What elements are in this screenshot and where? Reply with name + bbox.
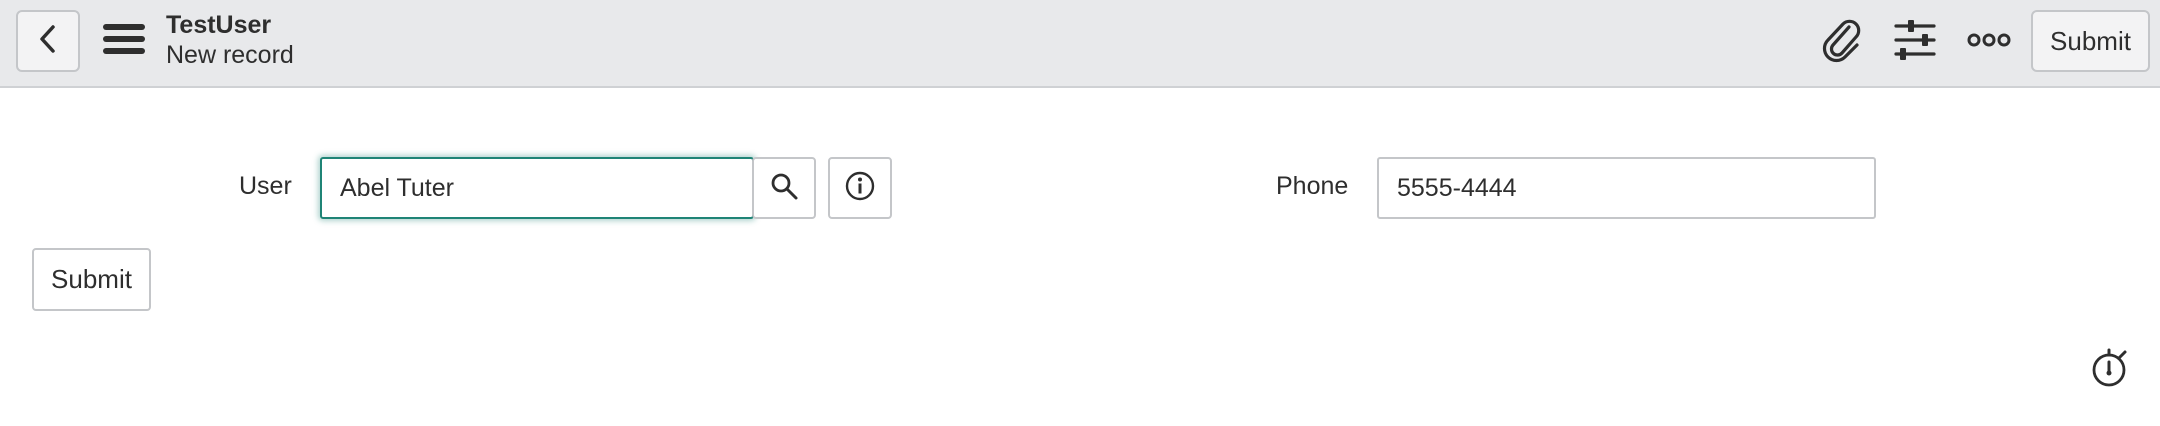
form-submit-button[interactable]: Submit — [32, 248, 151, 311]
page-title: TestUser — [166, 11, 272, 39]
phone-field[interactable]: 5555-4444 — [1377, 157, 1876, 219]
attachment-button[interactable] — [1816, 16, 1868, 68]
user-field[interactable]: Abel Tuter — [320, 157, 754, 219]
user-info-button[interactable] — [828, 157, 892, 219]
sliders-icon — [1892, 17, 1938, 68]
personalize-button[interactable] — [1889, 16, 1941, 68]
form-header: TestUser New record Submit — [0, 0, 2160, 88]
stopwatch-icon — [2090, 348, 2130, 393]
info-icon — [844, 170, 876, 207]
paperclip-icon — [1819, 17, 1865, 68]
header-submit-button[interactable]: Submit — [2031, 10, 2150, 72]
search-icon — [769, 171, 799, 206]
more-options-button[interactable] — [1963, 16, 2015, 68]
user-lookup-button[interactable] — [752, 157, 816, 219]
page-subtitle: New record — [166, 41, 294, 69]
user-label: User — [239, 172, 292, 200]
phone-label: Phone — [1276, 172, 1349, 200]
back-icon — [38, 24, 58, 59]
header-title-block: TestUser New record — [166, 10, 294, 70]
menu-button[interactable] — [101, 18, 147, 64]
hamburger-menu-icon — [103, 22, 145, 61]
response-time-button[interactable] — [2090, 348, 2130, 393]
back-button[interactable] — [16, 10, 80, 72]
more-options-icon — [1967, 32, 2011, 53]
